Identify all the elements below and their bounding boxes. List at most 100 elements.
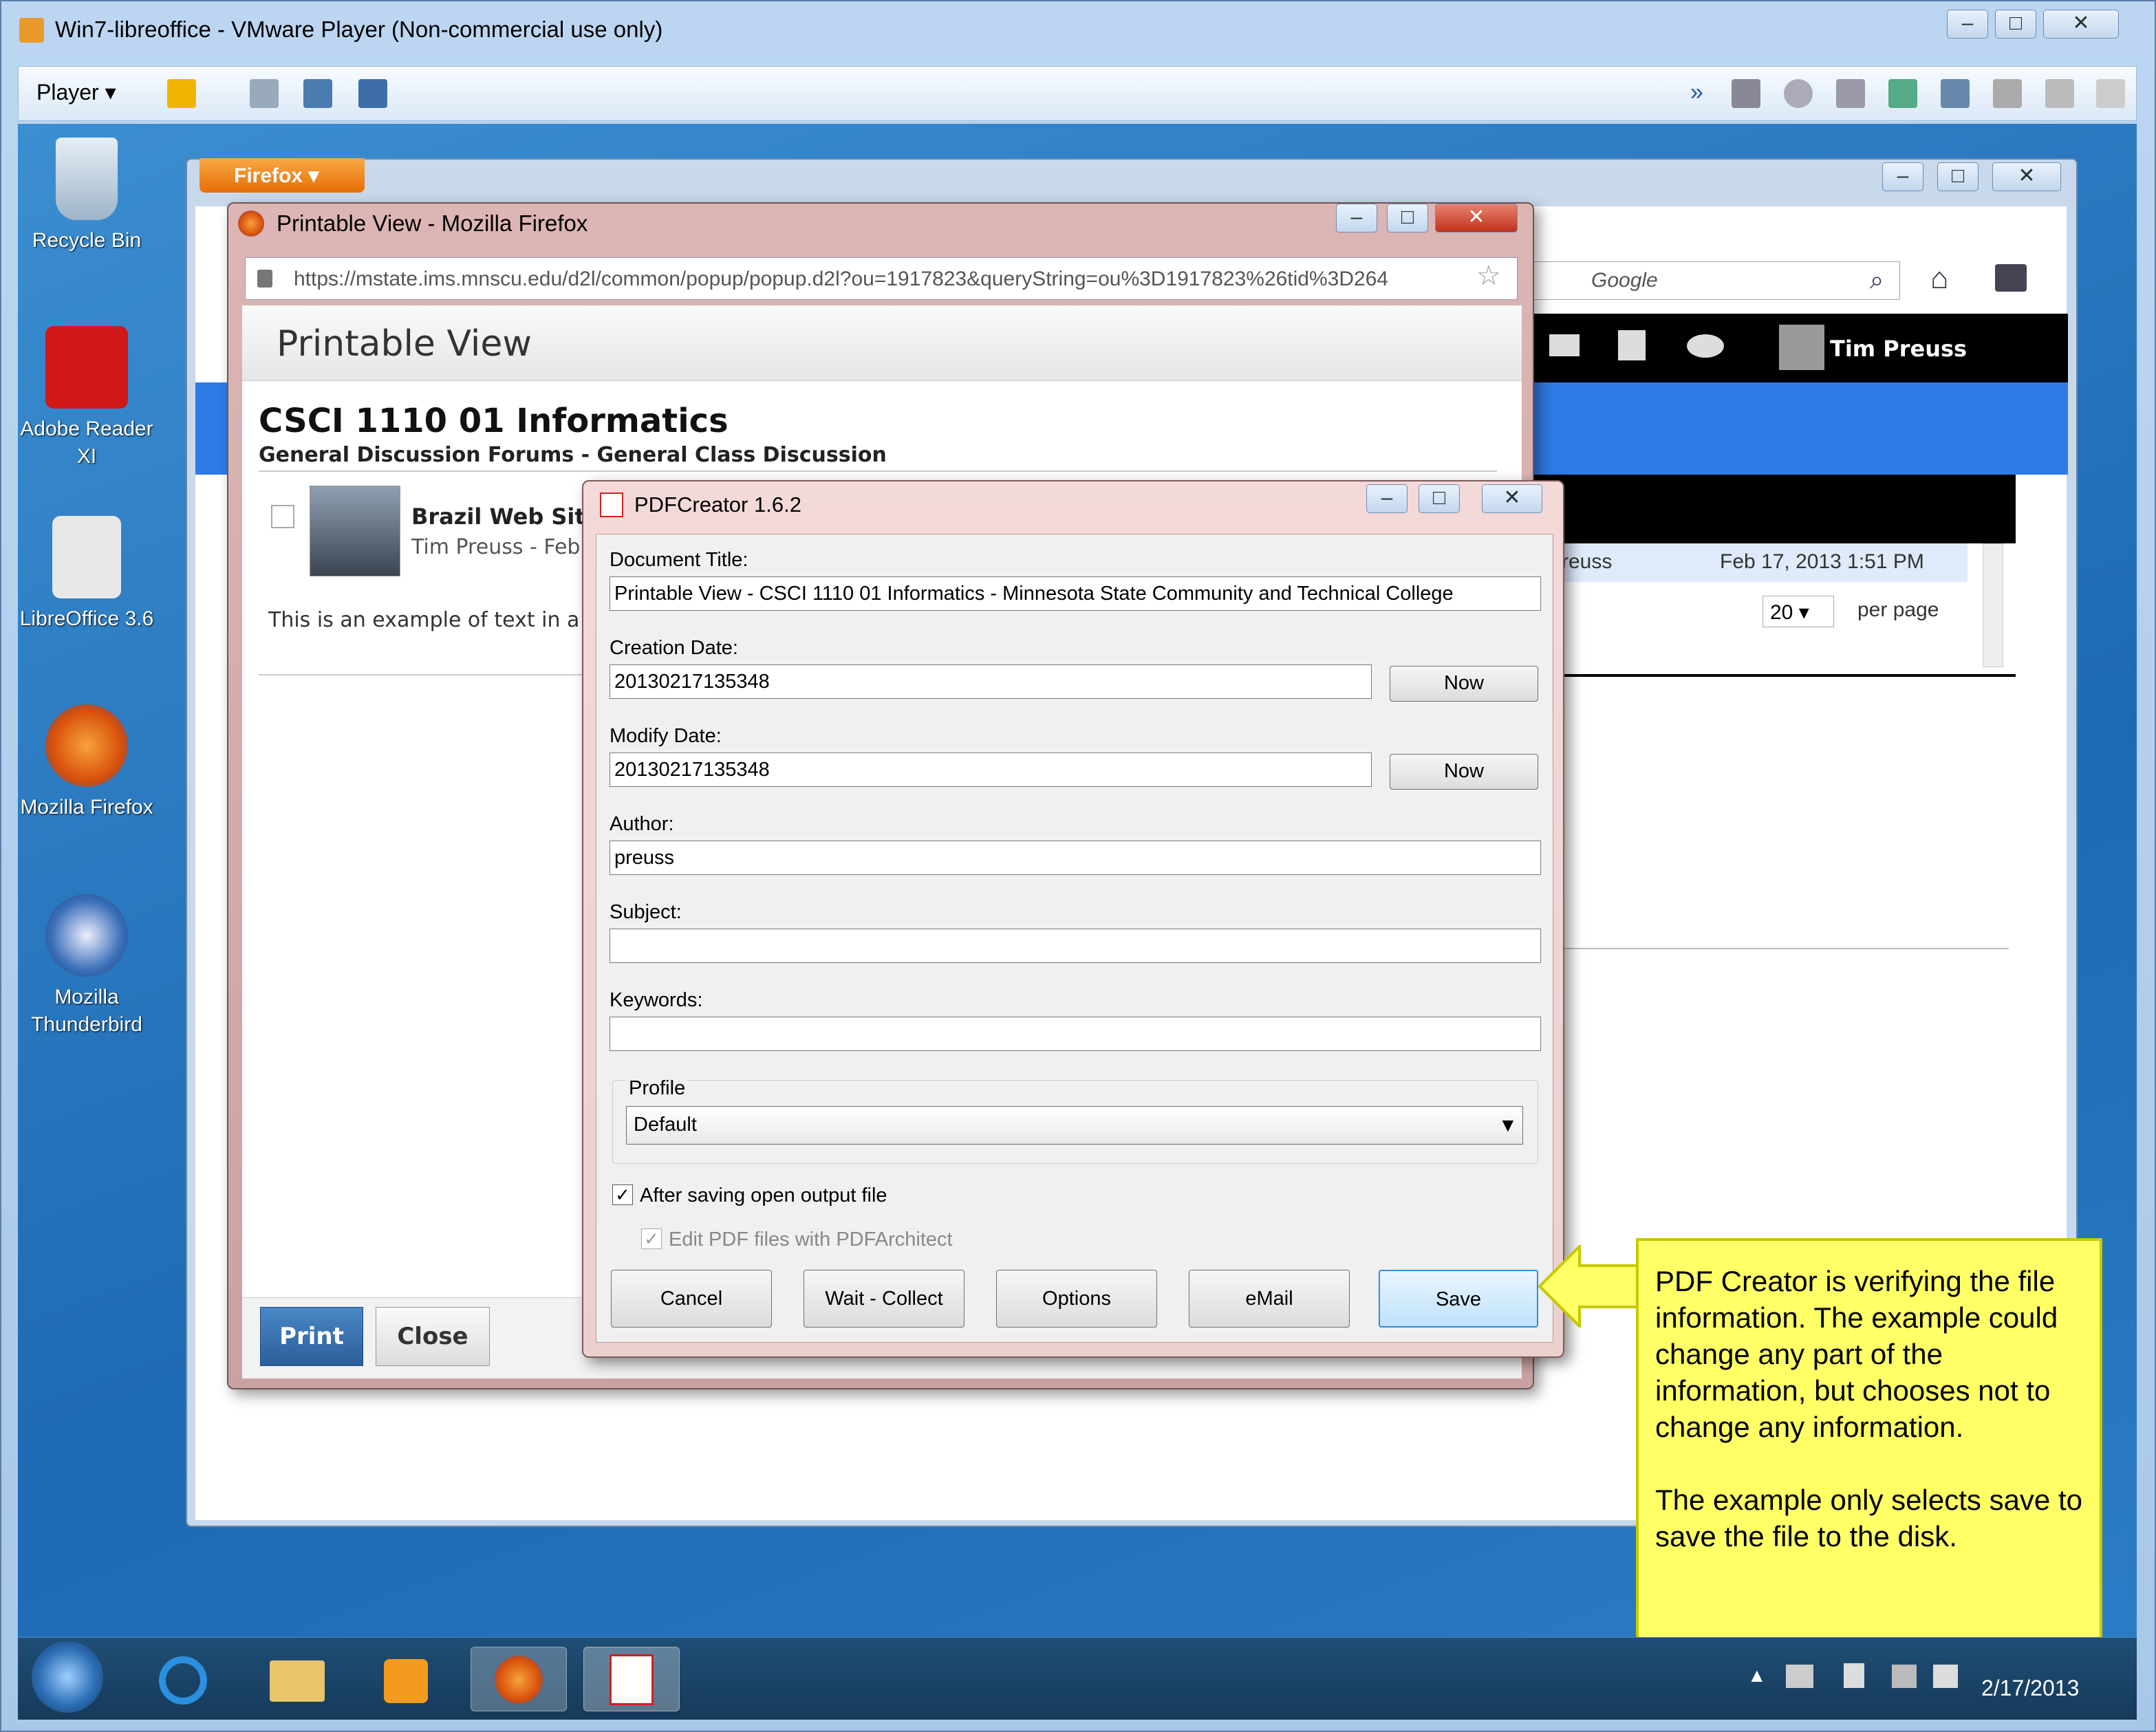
vmware-close-button[interactable]: ✕ <box>2043 10 2119 39</box>
pdf-minimize-button[interactable]: – <box>1366 484 1408 513</box>
home-icon[interactable]: ⌂ <box>1930 261 1949 296</box>
author-field[interactable]: preuss <box>610 841 1541 875</box>
desktop-icon-label: Mozilla Thunderbird <box>31 986 142 1036</box>
taskbar-pdfcreator[interactable] <box>583 1647 680 1711</box>
profile-select[interactable]: Default <box>626 1106 1523 1145</box>
list-scrollbar[interactable] <box>1983 543 2003 667</box>
desktop-icon-thunderbird[interactable]: Mozilla Thunderbird <box>18 894 155 1039</box>
firefox-close-button[interactable]: ✕ <box>1992 162 2061 191</box>
fullscreen-icon[interactable] <box>303 79 332 108</box>
keywords-field[interactable] <box>610 1017 1541 1051</box>
post-body: This is an example of text in a <box>268 608 580 632</box>
page-title: Printable View <box>277 323 532 365</box>
desktop-icon-adobe-reader[interactable]: Adobe Reader XI <box>18 326 155 470</box>
player-menu-label: Player <box>36 80 99 105</box>
subject-label: Subject: <box>610 901 682 923</box>
post-title[interactable]: Brazil Web Site <box>411 504 600 530</box>
taskbar-date[interactable]: 2/17/2013 <box>1981 1676 2079 1701</box>
vmware-maximize-button[interactable]: □ <box>1995 10 2036 39</box>
pv-maximize-button[interactable]: □ <box>1387 204 1428 232</box>
taskbar-ie[interactable] <box>135 1647 231 1711</box>
per-page-label: per page <box>1857 598 1939 621</box>
modify-date-label: Modify Date: <box>610 725 722 747</box>
taskbar-explorer[interactable] <box>249 1647 345 1711</box>
list-item[interactable]: reuss Feb 17, 2013 1:51 PM <box>1534 543 1968 582</box>
chevron-down-icon[interactable]: ▼ <box>1498 1114 1518 1136</box>
message-icon[interactable] <box>2096 79 2125 108</box>
player-menu[interactable]: Player ▾ <box>36 79 116 105</box>
start-button[interactable] <box>32 1641 103 1713</box>
document-title-field[interactable]: Printable View - CSCI 1110 01 Informatic… <box>610 576 1541 611</box>
modify-date-now-button[interactable]: Now <box>1390 754 1538 790</box>
display-icon[interactable] <box>2045 79 2074 108</box>
options-button[interactable]: Options <box>996 1270 1157 1328</box>
cd-dvd-icon[interactable] <box>1784 79 1813 108</box>
creation-date-now-button[interactable]: Now <box>1390 666 1538 702</box>
cancel-button[interactable]: Cancel <box>611 1270 772 1328</box>
pause-icon[interactable] <box>167 79 196 108</box>
after-saving-label: After saving open output file <box>640 1184 887 1206</box>
per-page-value: 20 <box>1770 601 1793 624</box>
firefox-icon <box>45 704 128 787</box>
subject-field[interactable] <box>610 929 1541 963</box>
url-bar[interactable]: https://mstate.ims.mnscu.edu/d2l/common/… <box>245 257 1518 300</box>
print-button[interactable]: Print <box>260 1307 363 1366</box>
printer-tray-icon[interactable] <box>1786 1665 1813 1688</box>
action-center-icon[interactable] <box>1844 1663 1864 1688</box>
volume-icon[interactable] <box>1933 1665 1958 1688</box>
network-tray-icon[interactable] <box>1892 1665 1917 1688</box>
firefox-icon <box>238 210 264 237</box>
usb-icon[interactable] <box>1941 79 1970 108</box>
firefox-minimize-button[interactable]: – <box>1882 162 1923 191</box>
creation-date-field[interactable]: 20130217135348 <box>610 664 1372 699</box>
course-title: CSCI 1110 01 Informatics <box>259 402 729 440</box>
unity-icon[interactable] <box>358 79 387 108</box>
user-name[interactable]: Tim Preuss <box>1830 336 1967 362</box>
close-button[interactable]: Close <box>376 1307 490 1366</box>
per-page-select[interactable]: 20 ▾ <box>1762 596 1834 627</box>
vmware-titlebar: Win7-libreoffice - VMware Player (Non-co… <box>0 0 2156 66</box>
network-icon[interactable] <box>1888 79 1917 108</box>
show-hidden-icons[interactable]: ▲ <box>1747 1665 1767 1687</box>
taskbar-firefox[interactable] <box>471 1647 567 1711</box>
send-ctrl-alt-del-icon[interactable] <box>250 79 279 108</box>
keywords-label: Keywords: <box>610 989 703 1011</box>
taskbar-media-player[interactable] <box>358 1647 454 1711</box>
wait-collect-button[interactable]: Wait - Collect <box>804 1270 964 1328</box>
search-icon[interactable]: ⌕ <box>1870 266 1884 295</box>
email-button[interactable]: eMail <box>1189 1270 1350 1328</box>
flag-icon[interactable] <box>271 505 294 528</box>
recycle-bin-icon <box>56 138 118 220</box>
bookmarks-icon[interactable] <box>1995 264 2027 292</box>
thunderbird-icon <box>45 894 128 977</box>
modify-date-field[interactable]: 20130217135348 <box>610 753 1372 787</box>
chat-icon[interactable] <box>1687 334 1724 358</box>
edit-pdf-checkbox[interactable]: ✓ <box>641 1228 662 1249</box>
divider <box>1534 948 2009 949</box>
pv-close-button[interactable]: ✕ <box>1435 204 1518 232</box>
mail-icon[interactable] <box>1549 334 1580 356</box>
vmware-minimize-button[interactable]: – <box>1947 10 1988 39</box>
pv-minimize-button[interactable]: – <box>1336 204 1377 232</box>
desktop-icon-libreoffice[interactable]: LibreOffice 3.6 <box>18 516 155 633</box>
after-saving-checkbox[interactable]: ✓ <box>612 1184 633 1205</box>
search-input[interactable]: Google <box>1529 261 1900 300</box>
user-avatar[interactable] <box>1779 325 1824 370</box>
sound-icon[interactable] <box>1993 79 2022 108</box>
libreoffice-icon <box>52 516 121 598</box>
floppy-icon[interactable] <box>1836 79 1865 108</box>
hard-disk-icon[interactable] <box>1732 79 1760 108</box>
firefox-app-button[interactable]: Firefox ▾ <box>200 158 365 193</box>
desktop-icon-firefox[interactable]: Mozilla Firefox <box>18 704 155 821</box>
d2l-navbar: Tim Preuss <box>1534 314 2068 382</box>
media-player-icon <box>384 1659 428 1703</box>
firefox-maximize-button[interactable]: □ <box>1937 162 1979 191</box>
chevron-right-icon[interactable]: » <box>1690 79 1719 108</box>
save-button[interactable]: Save <box>1379 1270 1538 1328</box>
pdf-close-button[interactable]: ✕ <box>1482 484 1542 513</box>
pdf-maximize-button[interactable]: □ <box>1419 484 1460 513</box>
assignment-icon[interactable] <box>1618 330 1646 360</box>
desktop-icon-recycle-bin[interactable]: Recycle Bin <box>18 138 155 255</box>
divider <box>259 470 1497 472</box>
star-icon[interactable]: ☆ <box>1476 260 1501 292</box>
